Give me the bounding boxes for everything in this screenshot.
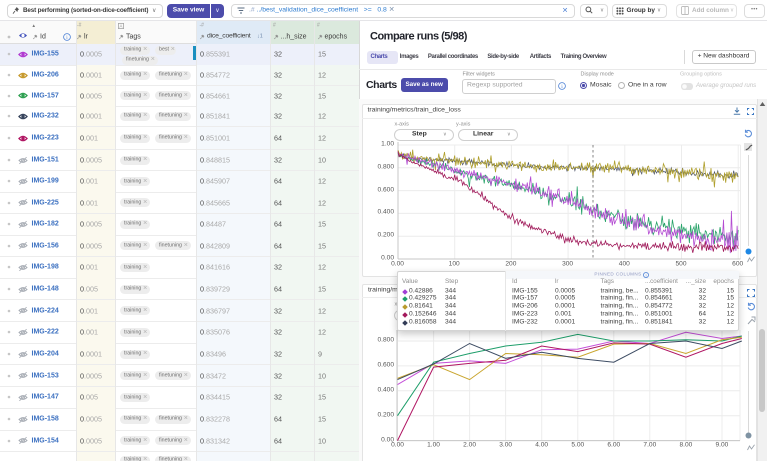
svg-text:A: A [120,24,123,29]
